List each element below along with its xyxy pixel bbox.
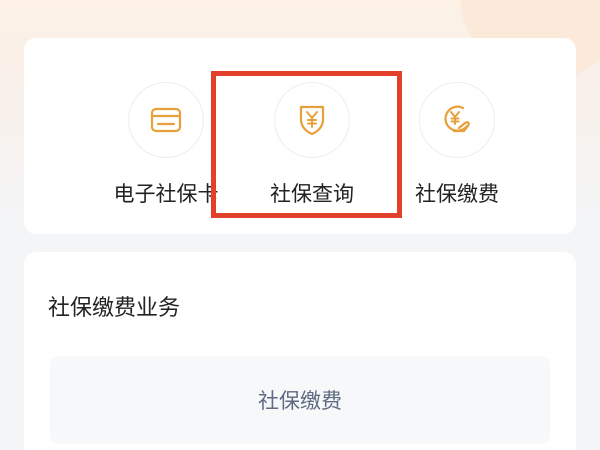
section-title: 社保缴费业务 — [48, 296, 181, 321]
yuan-coin-hand-icon — [419, 82, 495, 158]
service-item-social-security-payment[interactable]: 社保缴费 — [392, 82, 522, 212]
highlight-box — [211, 71, 402, 218]
service-label: 电子社保卡 — [113, 182, 219, 206]
social-security-card-icon — [128, 82, 204, 158]
service-label: 社保缴费 — [415, 182, 499, 206]
page: 电子社保卡 社保查询 社保缴费 社保缴费业务 社保缴费 — [0, 0, 600, 450]
social-security-payment-button[interactable]: 社保缴费 — [50, 356, 550, 444]
business-card: 社保缴费业务 社保缴费 — [24, 252, 576, 450]
